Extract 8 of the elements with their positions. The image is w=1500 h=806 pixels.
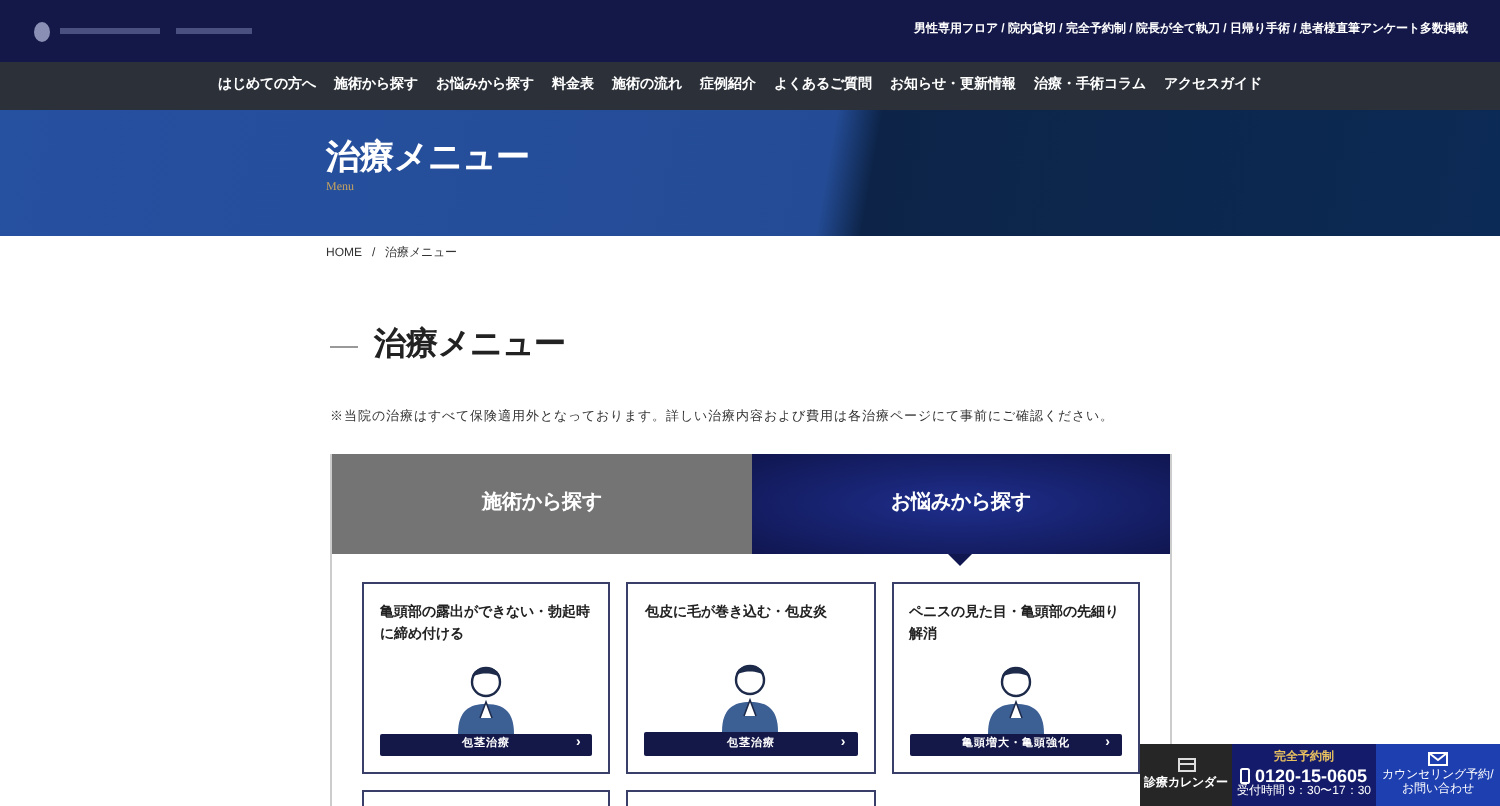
phone-icon [1240, 767, 1251, 783]
tab-pointer-icon [948, 553, 973, 566]
mail-icon [1428, 752, 1448, 766]
calendar-icon [1177, 757, 1195, 771]
hero-title: 治療メニュー [326, 136, 532, 180]
page-heading: 治療メニュー [374, 324, 566, 366]
tab[interactable]: 施術から探す [332, 453, 751, 554]
logo-icon [32, 21, 252, 41]
